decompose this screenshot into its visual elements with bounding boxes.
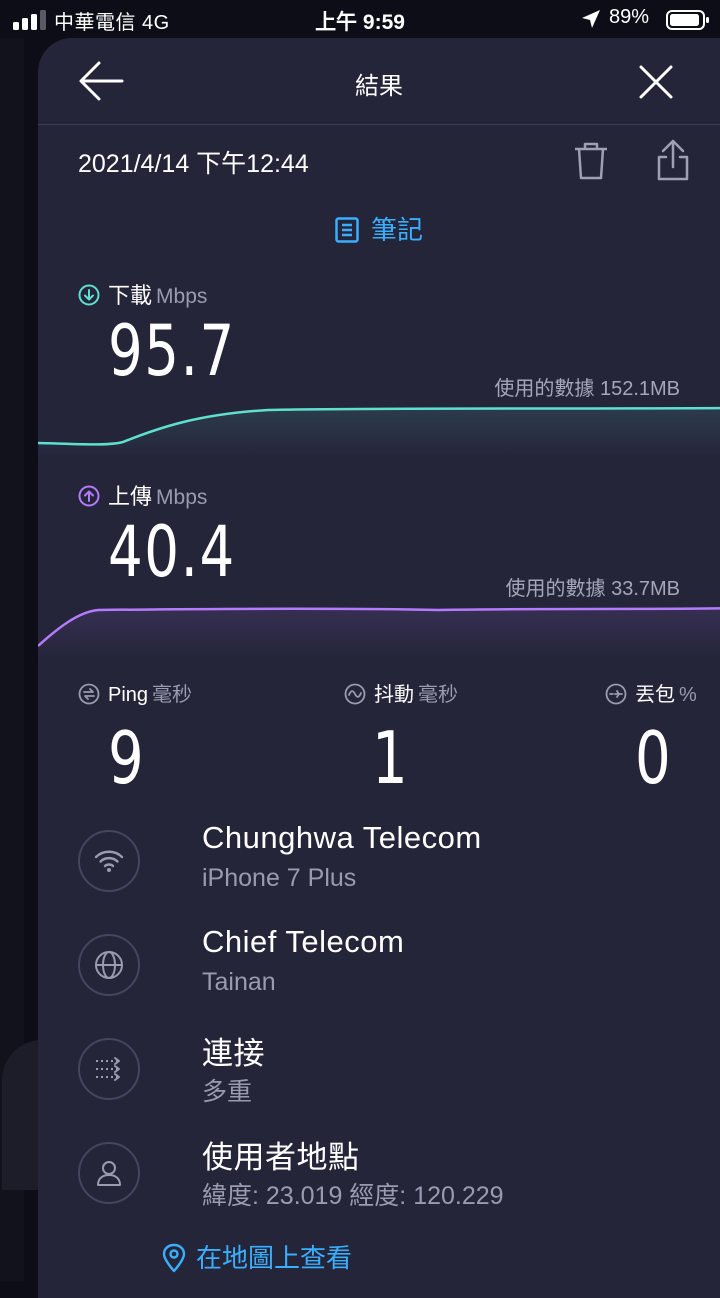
result-sheet: 結果 2021/4/14 下午12:44 筆記 下載 Mbps 95.7 使用的數…	[38, 38, 720, 1298]
globe-icon	[95, 951, 123, 979]
notes-label: 筆記	[370, 215, 423, 245]
connections-icon-circle	[78, 1038, 140, 1100]
user-icon	[97, 1161, 121, 1186]
upload-graph	[38, 607, 720, 658]
jitter-unit: 毫秒	[418, 684, 458, 706]
user-icon-circle	[78, 1142, 140, 1204]
ping-title: Ping	[108, 684, 149, 706]
download-title: 下載	[108, 283, 153, 308]
page-title: 結果	[355, 73, 403, 100]
connection-row: 連接 多重	[78, 1028, 718, 1108]
jitter-value: 1	[372, 716, 408, 800]
upload-data-used: 使用的數據 33.7MB	[505, 578, 680, 600]
location-row: 使用者地點 緯度: 23.019 經度: 120.229	[78, 1132, 718, 1212]
server-name: Chief Telecom	[202, 924, 405, 959]
trash-icon[interactable]	[572, 141, 610, 181]
result-datetime: 2021/4/14 下午12:44	[78, 150, 309, 178]
wifi-icon-circle	[78, 830, 140, 892]
ping-icon	[78, 683, 100, 705]
location-arrow-icon	[582, 10, 600, 28]
download-unit: Mbps	[156, 285, 208, 308]
packet-loss-icon	[605, 683, 627, 705]
download-icon	[78, 284, 100, 306]
notes-icon	[335, 217, 359, 243]
map-pin-icon	[162, 1243, 186, 1273]
upload-label: 上傳 Mbps	[78, 479, 207, 511]
header: 結果	[38, 38, 720, 125]
upload-unit: Mbps	[156, 486, 208, 509]
battery-percent: 89%	[609, 6, 650, 28]
loss-title: 丟包	[635, 684, 675, 706]
server-city: Tainan	[202, 968, 276, 996]
ping-unit: 毫秒	[152, 684, 193, 706]
jitter-title: 抖動	[374, 684, 414, 706]
device-name: iPhone 7 Plus	[202, 864, 357, 892]
background-card	[2, 1040, 42, 1190]
battery-icon	[666, 10, 709, 30]
connection-label: 連接	[202, 1036, 265, 1071]
status-bar: 中華電信 4G 上午 9:59 89%	[0, 0, 720, 40]
upload-title: 上傳	[108, 484, 153, 509]
share-icon[interactable]	[653, 139, 693, 181]
globe-icon-circle	[78, 934, 140, 996]
upload-speed: 40.4	[108, 511, 236, 593]
provider-name: Chunghwa Telecom	[202, 820, 482, 855]
upload-icon	[78, 485, 100, 507]
jitter-icon	[344, 683, 366, 705]
close-icon[interactable]	[638, 64, 674, 100]
server-row: Chief Telecom Tainan	[78, 924, 718, 1004]
location-coords: 緯度: 23.019 經度: 120.229	[202, 1182, 504, 1210]
view-on-map-link[interactable]: 在地圖上查看	[162, 1238, 352, 1275]
view-on-map-label: 在地圖上查看	[196, 1243, 353, 1273]
location-label: 使用者地點	[202, 1140, 360, 1175]
download-label: 下載 Mbps	[78, 278, 207, 310]
download-data-used: 使用的數據 152.1MB	[494, 378, 680, 400]
loss-value: 0	[635, 716, 671, 800]
download-graph	[38, 406, 720, 458]
download-speed: 95.7	[108, 310, 236, 392]
connection-value: 多重	[202, 1078, 253, 1106]
provider-row: Chunghwa Telecom iPhone 7 Plus	[78, 820, 718, 900]
ping-label: Ping 毫秒	[78, 678, 192, 707]
jitter-label: 抖動 毫秒	[344, 678, 458, 707]
loss-unit: %	[679, 684, 697, 706]
multi-connection-icon	[96, 1057, 120, 1081]
loss-label: 丟包%	[605, 678, 697, 707]
ping-value: 9	[108, 716, 144, 800]
wifi-icon	[94, 850, 124, 872]
notes-button[interactable]: 筆記	[38, 210, 720, 247]
